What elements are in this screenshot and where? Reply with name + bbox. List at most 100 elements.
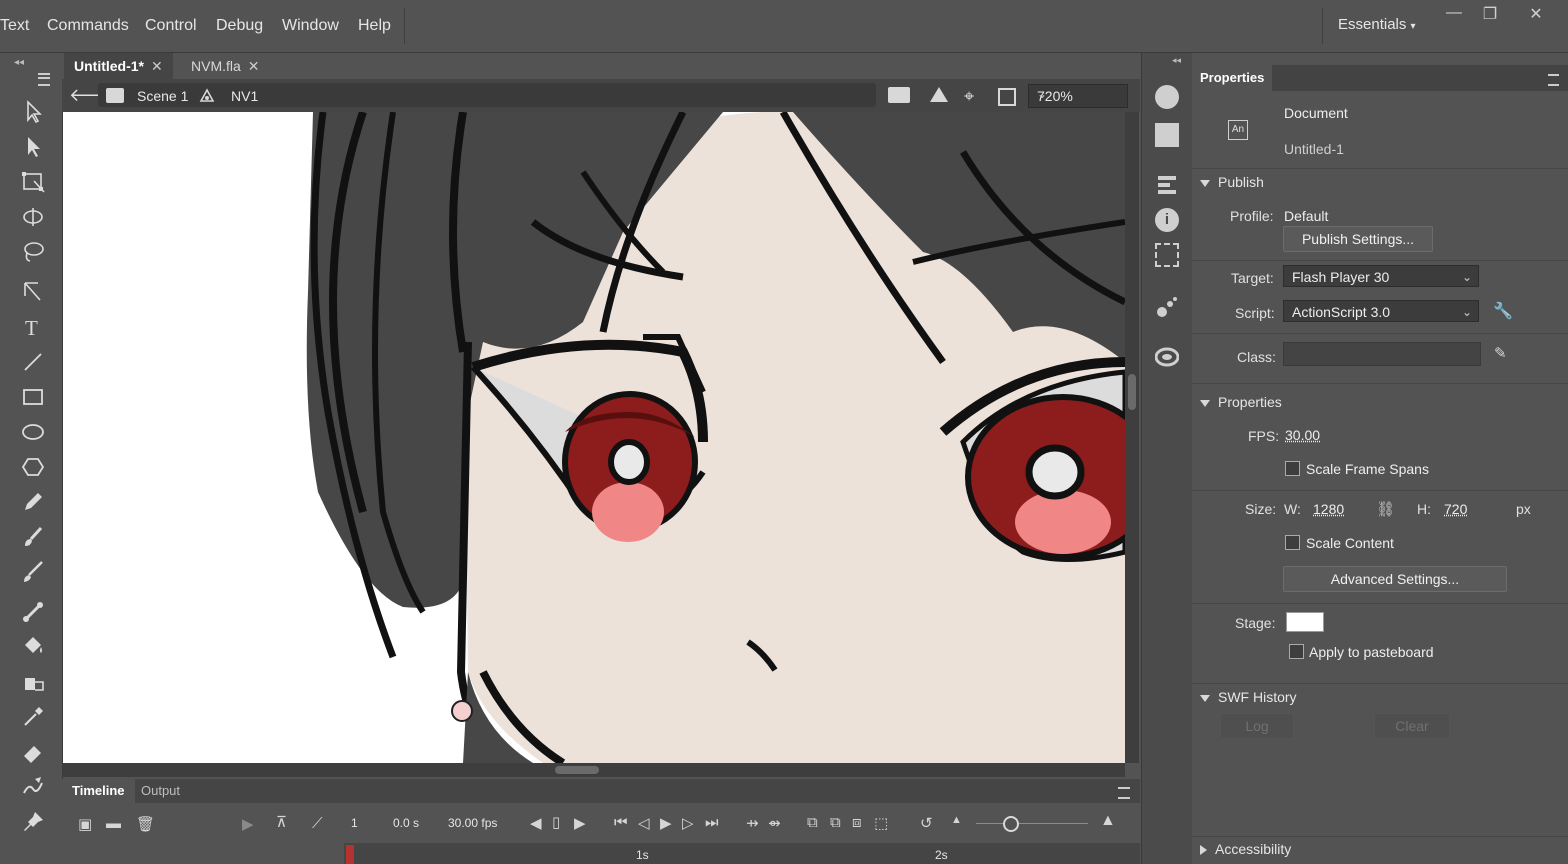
info-icon[interactable]: i bbox=[1155, 208, 1179, 232]
eraser-tool-icon[interactable] bbox=[19, 738, 47, 766]
onion-skin-outlines-icon[interactable]: ⧉ bbox=[830, 814, 841, 831]
apply-to-pasteboard-checkbox[interactable] bbox=[1289, 644, 1304, 659]
panel-menu-icon[interactable] bbox=[1548, 74, 1559, 86]
symbol-crumb[interactable]: NV1 bbox=[231, 88, 258, 104]
undo-icon[interactable]: ↺ bbox=[920, 814, 933, 832]
panel-menu-icon[interactable] bbox=[38, 73, 50, 86]
edit-class-pencil-icon[interactable]: ✎ bbox=[1494, 344, 1507, 362]
horizontal-scroll-thumb[interactable] bbox=[555, 766, 599, 774]
class-input[interactable] bbox=[1283, 342, 1481, 366]
ink-bottle-tool-icon[interactable] bbox=[19, 668, 47, 696]
scale-content-checkbox[interactable] bbox=[1285, 535, 1300, 550]
new-layer-icon[interactable]: ▣ bbox=[78, 815, 92, 833]
accessibility-section-header[interactable]: Accessibility bbox=[1200, 841, 1291, 857]
free-transform-tool-icon[interactable] bbox=[19, 168, 47, 196]
subselection-tool-icon[interactable] bbox=[19, 133, 47, 161]
step-back-icon[interactable]: ◁ bbox=[638, 814, 650, 832]
vertical-scroll-thumb[interactable] bbox=[1128, 374, 1136, 410]
modify-markers-icon[interactable]: ⬚ bbox=[874, 814, 888, 832]
swatches-icon[interactable] bbox=[1155, 123, 1179, 147]
clip-to-stage-icon[interactable] bbox=[998, 88, 1016, 106]
height-value[interactable]: 720 bbox=[1444, 501, 1467, 517]
delete-layer-icon[interactable]: 🗑 bbox=[136, 815, 155, 833]
close-tab-icon[interactable]: ✕ bbox=[248, 58, 260, 74]
menu-help[interactable]: Help bbox=[358, 17, 391, 35]
menu-window[interactable]: Window bbox=[282, 17, 339, 35]
close-tab-icon[interactable]: ✕ bbox=[151, 58, 163, 74]
restore-button[interactable]: ❐ bbox=[1475, 4, 1505, 24]
tab-untitled-1[interactable]: Untitled-1* ✕ bbox=[64, 53, 173, 79]
bone-tool-icon[interactable] bbox=[19, 598, 47, 626]
color-icon[interactable] bbox=[1155, 85, 1179, 109]
publish-settings-button[interactable]: Publish Settings... bbox=[1283, 226, 1433, 252]
menu-text[interactable]: Text bbox=[0, 17, 29, 35]
go-to-first-frame-icon[interactable]: ⏮ bbox=[614, 814, 628, 831]
horizontal-scrollbar[interactable] bbox=[63, 763, 1125, 777]
tab-nvm[interactable]: NVM.fla ✕ bbox=[181, 53, 270, 79]
onion-skin-icon[interactable]: ⧉ bbox=[807, 814, 818, 831]
tab-properties[interactable]: Properties bbox=[1192, 65, 1273, 91]
scene-crumb[interactable]: Scene 1 bbox=[137, 88, 188, 104]
layer-parenting-icon[interactable]: ⊼ bbox=[276, 813, 287, 831]
fps-value[interactable]: 30.00 bbox=[1285, 427, 1320, 443]
collapse-icon[interactable]: ◂◂ bbox=[14, 57, 24, 68]
eyedropper-tool-icon[interactable] bbox=[19, 703, 47, 731]
go-to-last-frame-icon[interactable]: ⏭ bbox=[705, 814, 719, 831]
close-window-button[interactable]: ✕ bbox=[1521, 4, 1551, 24]
rectangle-tool-icon[interactable] bbox=[19, 383, 47, 411]
polystar-tool-icon[interactable] bbox=[19, 453, 47, 481]
snap-icon[interactable]: ⌖ bbox=[964, 86, 974, 107]
camera-icon[interactable]: ▶ bbox=[242, 815, 254, 833]
align-icon[interactable] bbox=[1155, 173, 1179, 197]
frame-size-slider-thumb[interactable] bbox=[1003, 816, 1019, 832]
smaller-frames-icon[interactable]: ▲ bbox=[951, 814, 962, 826]
menu-debug[interactable]: Debug bbox=[216, 17, 263, 35]
playhead[interactable] bbox=[346, 845, 354, 864]
edit-multiple-frames-icon[interactable]: ⧈ bbox=[852, 814, 862, 831]
timeline-fps[interactable]: 30.00 fps bbox=[448, 816, 497, 830]
next-keyframe-icon[interactable]: ▶ bbox=[574, 814, 586, 832]
larger-frames-icon[interactable]: ▲ bbox=[1100, 812, 1116, 830]
script-dropdown[interactable]: ActionScript 3.0 ⌄ bbox=[1283, 300, 1479, 322]
new-folder-icon[interactable]: ▬ bbox=[106, 815, 121, 832]
swf-history-section-header[interactable]: SWF History bbox=[1200, 689, 1297, 705]
line-tool-icon[interactable] bbox=[19, 348, 47, 376]
properties-section-header[interactable]: Properties bbox=[1200, 394, 1282, 410]
target-dropdown[interactable]: Flash Player 30 ⌄ bbox=[1283, 265, 1479, 287]
stage-canvas[interactable] bbox=[63, 112, 1125, 763]
add-keyframe-icon[interactable]: ▯ bbox=[552, 813, 560, 831]
previous-keyframe-icon[interactable]: ◀ bbox=[530, 814, 542, 832]
transform-icon[interactable] bbox=[1155, 243, 1179, 267]
zoom-dropdown[interactable]: 720% ⌄ bbox=[1028, 84, 1128, 108]
publish-section-header[interactable]: Publish bbox=[1200, 174, 1264, 190]
lasso-tool-icon[interactable] bbox=[19, 238, 47, 266]
menu-commands[interactable]: Commands bbox=[47, 17, 129, 35]
vertical-scrollbar[interactable] bbox=[1125, 112, 1139, 763]
paint-brush-tool-icon[interactable] bbox=[19, 523, 47, 551]
motion-presets-icon[interactable] bbox=[1155, 295, 1179, 319]
advanced-settings-button[interactable]: Advanced Settings... bbox=[1283, 566, 1507, 592]
pencil-tool-icon[interactable] bbox=[19, 488, 47, 516]
text-tool-icon[interactable]: T bbox=[19, 313, 47, 341]
tab-timeline[interactable]: Timeline bbox=[62, 779, 135, 803]
paint-bucket-tool-icon[interactable] bbox=[19, 633, 47, 661]
current-time[interactable]: 0.0 s bbox=[393, 816, 419, 830]
log-button[interactable]: Log bbox=[1220, 713, 1294, 739]
workspace-switcher[interactable]: Essentials ▾ bbox=[1338, 16, 1416, 33]
step-forward-icon[interactable]: ▷ bbox=[682, 814, 694, 832]
pen-tool-icon[interactable] bbox=[19, 278, 47, 306]
collapse-icon[interactable]: ◂◂ bbox=[1172, 55, 1181, 66]
edit-symbols-icon[interactable] bbox=[928, 85, 950, 105]
graph-icon[interactable]: ⟋ bbox=[312, 815, 323, 832]
oval-tool-icon[interactable] bbox=[19, 418, 47, 446]
script-settings-wrench-icon[interactable]: 🔧 bbox=[1493, 301, 1513, 321]
frame-size-slider[interactable] bbox=[976, 823, 1088, 824]
minimize-button[interactable]: — bbox=[1439, 4, 1469, 22]
play-icon[interactable]: ▶ bbox=[660, 814, 672, 832]
3d-rotation-tool-icon[interactable] bbox=[19, 203, 47, 231]
center-frame-icon[interactable]: ⇴ bbox=[768, 814, 781, 832]
menu-control[interactable]: Control bbox=[145, 17, 197, 35]
edit-scene-icon[interactable] bbox=[888, 87, 910, 103]
loop-icon[interactable]: ⇸ bbox=[746, 814, 759, 832]
scale-frame-spans-checkbox[interactable] bbox=[1285, 461, 1300, 476]
